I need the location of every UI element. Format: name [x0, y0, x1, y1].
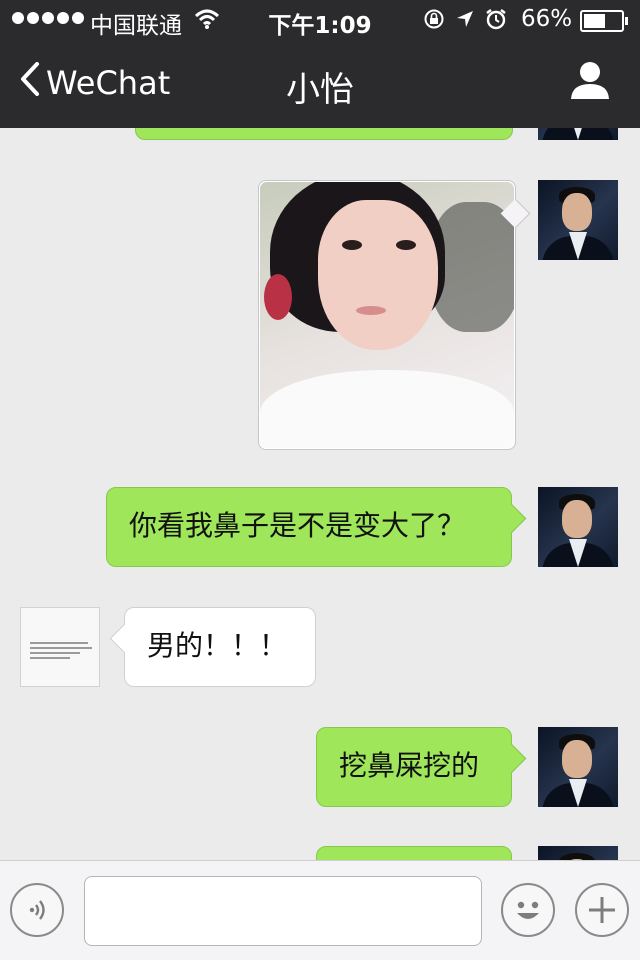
- location-arrow-icon: [455, 9, 475, 35]
- status-bar: 中国联通 下午1:09 66%: [0, 0, 640, 40]
- battery-level-fill: [584, 14, 605, 28]
- voice-button[interactable]: [10, 883, 64, 937]
- avatar-contact[interactable]: [20, 607, 100, 687]
- rotation-lock-icon: [423, 8, 445, 36]
- message-bubble-sent[interactable]: 你看我鼻子是不是变大了？: [106, 487, 527, 567]
- input-toolbar: [0, 860, 640, 960]
- person-icon[interactable]: [570, 60, 610, 104]
- plus-icon: [577, 897, 627, 939]
- chat-title: 小怡: [286, 70, 354, 110]
- alarm-icon: [485, 8, 507, 36]
- image-message[interactable]: [258, 180, 531, 450]
- message-bubble-sent[interactable]: 挖鼻屎挖的: [316, 727, 527, 807]
- avatar[interactable]: [538, 846, 618, 860]
- more-button[interactable]: [575, 883, 629, 937]
- voice-icon: [12, 900, 62, 939]
- top-bar: 中国联通 下午1:09 66% WeChat 小怡: [0, 0, 640, 128]
- emoji-icon: [503, 901, 553, 939]
- message-list[interactable]: 你看我鼻子是不是变大了？ 男的！！！ 挖鼻屎挖的: [0, 128, 640, 860]
- message-text: 挖鼻屎挖的: [339, 749, 480, 782]
- emoji-button[interactable]: [501, 883, 555, 937]
- photo-thumbnail[interactable]: [260, 182, 514, 448]
- message-text: 你看我鼻子是不是变大了？: [129, 509, 466, 542]
- avatar[interactable]: [538, 128, 618, 140]
- message-text: 男的！！！: [147, 629, 288, 662]
- battery-percent: 66%: [521, 6, 573, 32]
- message-bubble-received[interactable]: 男的！！！: [109, 607, 316, 687]
- avatar[interactable]: [538, 180, 618, 260]
- message-bubble-sent[interactable]: [316, 846, 512, 860]
- message-input[interactable]: [84, 876, 482, 946]
- message-bubble-sent[interactable]: [135, 128, 513, 140]
- battery-icon: [580, 10, 628, 32]
- navigation-bar: WeChat 小怡: [0, 40, 640, 128]
- avatar[interactable]: [538, 487, 618, 567]
- avatar[interactable]: [538, 727, 618, 807]
